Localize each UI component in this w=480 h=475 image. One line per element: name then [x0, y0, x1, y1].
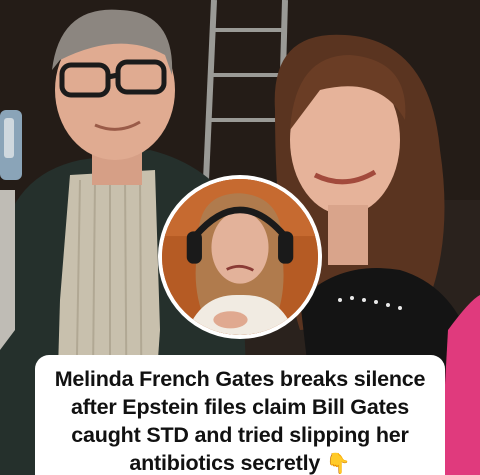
pointing-down-hand-emoji-icon: 👇 [325, 451, 351, 475]
headline-card: Melinda French Gates breaks silence afte… [35, 355, 445, 475]
headline-title: Melinda French Gates breaks silence afte… [54, 367, 426, 475]
inset-photo [162, 179, 318, 335]
inset-portrait-circle [158, 175, 322, 339]
news-post-image: Melinda French Gates breaks silence afte… [0, 0, 480, 475]
headline-text: Melinda French Gates breaks silence afte… [45, 365, 435, 475]
